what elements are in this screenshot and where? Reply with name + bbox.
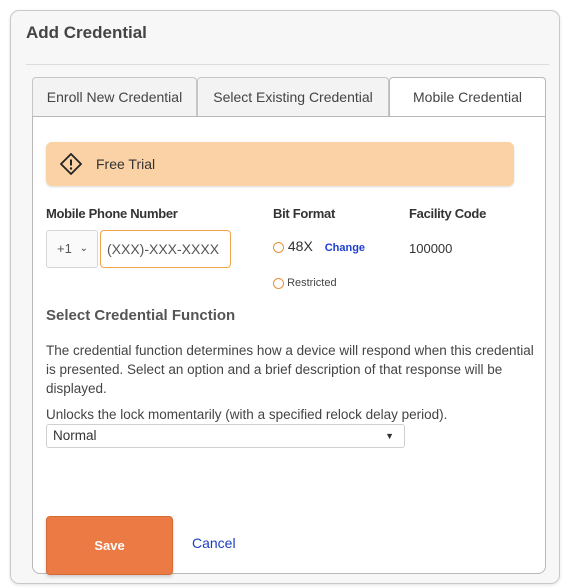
banner-text: Free Trial [96, 156, 156, 172]
cancel-link[interactable]: Cancel [192, 535, 236, 551]
chevron-down-icon: ⌄ [79, 243, 88, 254]
diamond-warning-icon [60, 153, 82, 175]
credential-function-select[interactable]: Normal ▼ [46, 424, 405, 448]
phone-number-input[interactable] [100, 230, 231, 268]
tab-select-existing-credential[interactable]: Select Existing Credential [197, 77, 389, 117]
bit-format-value: 48X [287, 238, 313, 254]
restricted-indicator: Restricted [273, 277, 337, 289]
selected-function-description: Unlocks the lock momentarily (with a spe… [46, 407, 448, 422]
tab-mobile-credential[interactable]: Mobile Credential [389, 77, 546, 118]
phone-number-group: +1 ⌄ [46, 230, 231, 268]
country-code-value: +1 [57, 241, 72, 256]
restricted-label: Restricted [287, 277, 337, 289]
add-credential-dialog: Add Credential Enroll New Credential Sel… [10, 10, 560, 584]
credential-function-value: Normal [53, 428, 97, 443]
free-trial-banner: Free Trial [46, 142, 514, 186]
facility-code-label: Facility Code [409, 206, 487, 221]
credential-tabs: Enroll New Credential Select Existing Cr… [32, 77, 546, 118]
facility-code-value: 100000 [409, 241, 453, 256]
mobile-phone-label: Mobile Phone Number [46, 206, 178, 221]
tab-enroll-new-credential[interactable]: Enroll New Credential [32, 77, 197, 117]
info-icon [273, 241, 284, 253]
country-code-select[interactable]: +1 ⌄ [46, 230, 98, 268]
bit-format-value-row: 48X Change [273, 238, 365, 254]
title-divider [26, 64, 549, 65]
save-button[interactable]: Save [46, 516, 173, 575]
caret-down-icon: ▼ [385, 431, 394, 441]
credential-function-description: The credential function determines how a… [46, 343, 534, 396]
mobile-credential-panel: Free Trial Mobile Phone Number Bit Forma… [32, 116, 546, 575]
dialog-title: Add Credential [26, 23, 147, 42]
bit-format-label: Bit Format [273, 206, 336, 221]
change-bit-format-link[interactable]: Change [325, 242, 365, 254]
info-icon [273, 277, 284, 289]
credential-function-title: Select Credential Function [46, 307, 236, 324]
